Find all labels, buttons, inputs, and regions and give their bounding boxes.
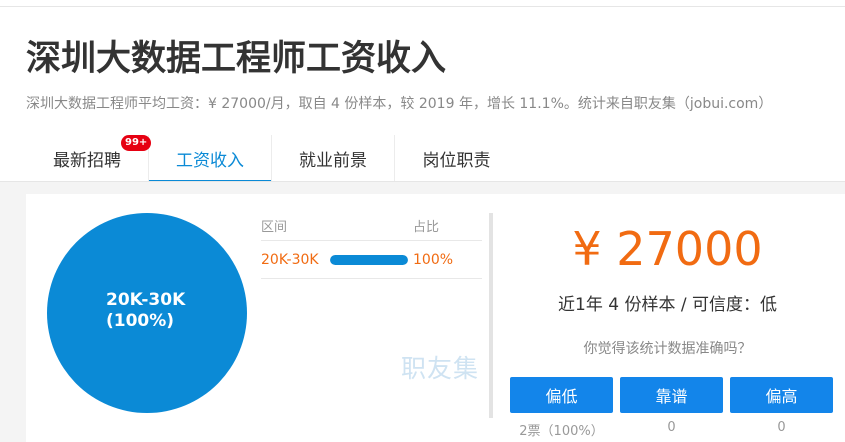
divider (261, 240, 482, 241)
pie-label-percent: (100%) (106, 311, 175, 331)
top-divider (0, 6, 845, 7)
tab-duties[interactable]: 岗位职责 (395, 135, 518, 182)
pie-label: 20K-30K (100%) (106, 290, 236, 332)
vote-low-count: 2票（100%） (519, 424, 604, 439)
divider (261, 278, 482, 279)
vote-accurate-button[interactable]: 靠谱 (620, 377, 723, 413)
tab-label: 岗位职责 (422, 151, 491, 171)
row-progress-bar (330, 255, 408, 265)
accuracy-question: 你觉得该统计数据准确吗？ (583, 341, 752, 357)
tab-label: 工资收入 (176, 151, 244, 171)
tab-prospects[interactable]: 就业前景 (272, 135, 395, 182)
row-range: 20K-30K (261, 252, 319, 268)
row-progress-fill (330, 255, 408, 265)
page-subtitle: 深圳大数据工程师平均工资：¥ 27000/月，取自 4 份样本，较 2019 年… (26, 96, 773, 112)
column-header-percent: 占比 (413, 220, 440, 235)
row-percent: 100% (413, 252, 454, 268)
tab-label: 就业前景 (299, 151, 367, 171)
vote-high-count: 0 (777, 420, 786, 435)
column-header-range: 区间 (261, 220, 288, 235)
watermark-logo: 职友集 (401, 354, 480, 383)
vote-accurate-count: 0 (667, 420, 676, 435)
pie-label-range: 20K-30K (106, 290, 186, 310)
sample-info: 近1年 4 份样本 / 可信度：低 (558, 295, 777, 315)
tab-bar: 最新招聘 99+ 工资收入 就业前景 岗位职责 (26, 135, 518, 183)
tab-latest-jobs[interactable]: 最新招聘 99+ (26, 135, 152, 182)
vote-high-button[interactable]: 偏高 (730, 377, 833, 413)
tab-label: 最新招聘 (53, 151, 121, 171)
tab-salary[interactable]: 工资收入 (149, 135, 272, 183)
average-salary: ¥ 27000 (572, 222, 763, 276)
count-badge: 99+ (121, 135, 152, 151)
page-title: 深圳大数据工程师工资收入 (26, 39, 447, 79)
vote-low-button[interactable]: 偏低 (510, 377, 613, 413)
